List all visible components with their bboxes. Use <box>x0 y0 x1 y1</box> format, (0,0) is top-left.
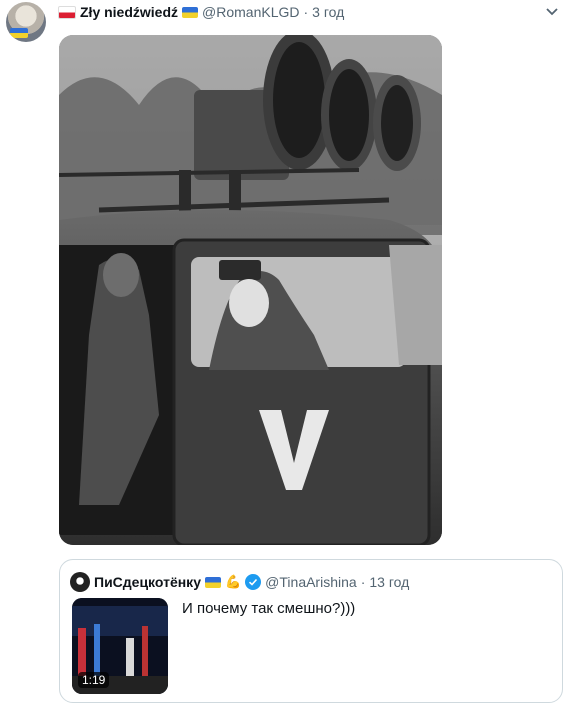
quoted-tweet-timestamp[interactable]: 13 год <box>369 574 409 590</box>
quoted-tweet-header: ПиСдецкотёнку 💪 @TinaArishina · 13 год <box>70 572 409 592</box>
quoted-tweet-text: И почему так смешно?))) <box>182 600 356 617</box>
ukraine-flag-icon <box>182 6 199 18</box>
quoted-tweet[interactable]: ПиСдецкотёнку 💪 @TinaArishina · 13 год 1… <box>59 559 563 703</box>
ukraine-flag-badge <box>10 28 28 38</box>
tweet-photo[interactable] <box>59 35 442 545</box>
quoted-author-name[interactable]: ПиСдецкотёнку <box>94 574 201 590</box>
more-options-button[interactable] <box>540 2 564 22</box>
author-name[interactable]: Zły niedźwiedź <box>80 4 178 20</box>
flexed-biceps-icon: 💪 <box>224 574 242 589</box>
separator-dot: · <box>303 4 309 20</box>
quoted-author-avatar[interactable] <box>70 572 90 592</box>
quoted-video-thumbnail[interactable]: 1:19 <box>72 598 168 694</box>
separator-dot: · <box>360 574 366 590</box>
author-handle[interactable]: @RomanKLGD <box>202 4 299 20</box>
verified-badge-icon <box>245 574 262 590</box>
poland-flag-icon <box>58 5 76 19</box>
photo-image <box>59 35 442 545</box>
tweet-timestamp[interactable]: 3 год <box>312 4 344 20</box>
tweet-header: Zły niedźwiedź @RomanKLGD · 3 год <box>58 2 344 22</box>
quoted-author-handle[interactable]: @TinaArishina <box>265 574 357 590</box>
author-avatar[interactable] <box>6 2 46 42</box>
chevron-down-icon <box>546 8 558 16</box>
ukraine-flag-icon <box>204 576 221 588</box>
video-duration: 1:19 <box>78 672 110 688</box>
